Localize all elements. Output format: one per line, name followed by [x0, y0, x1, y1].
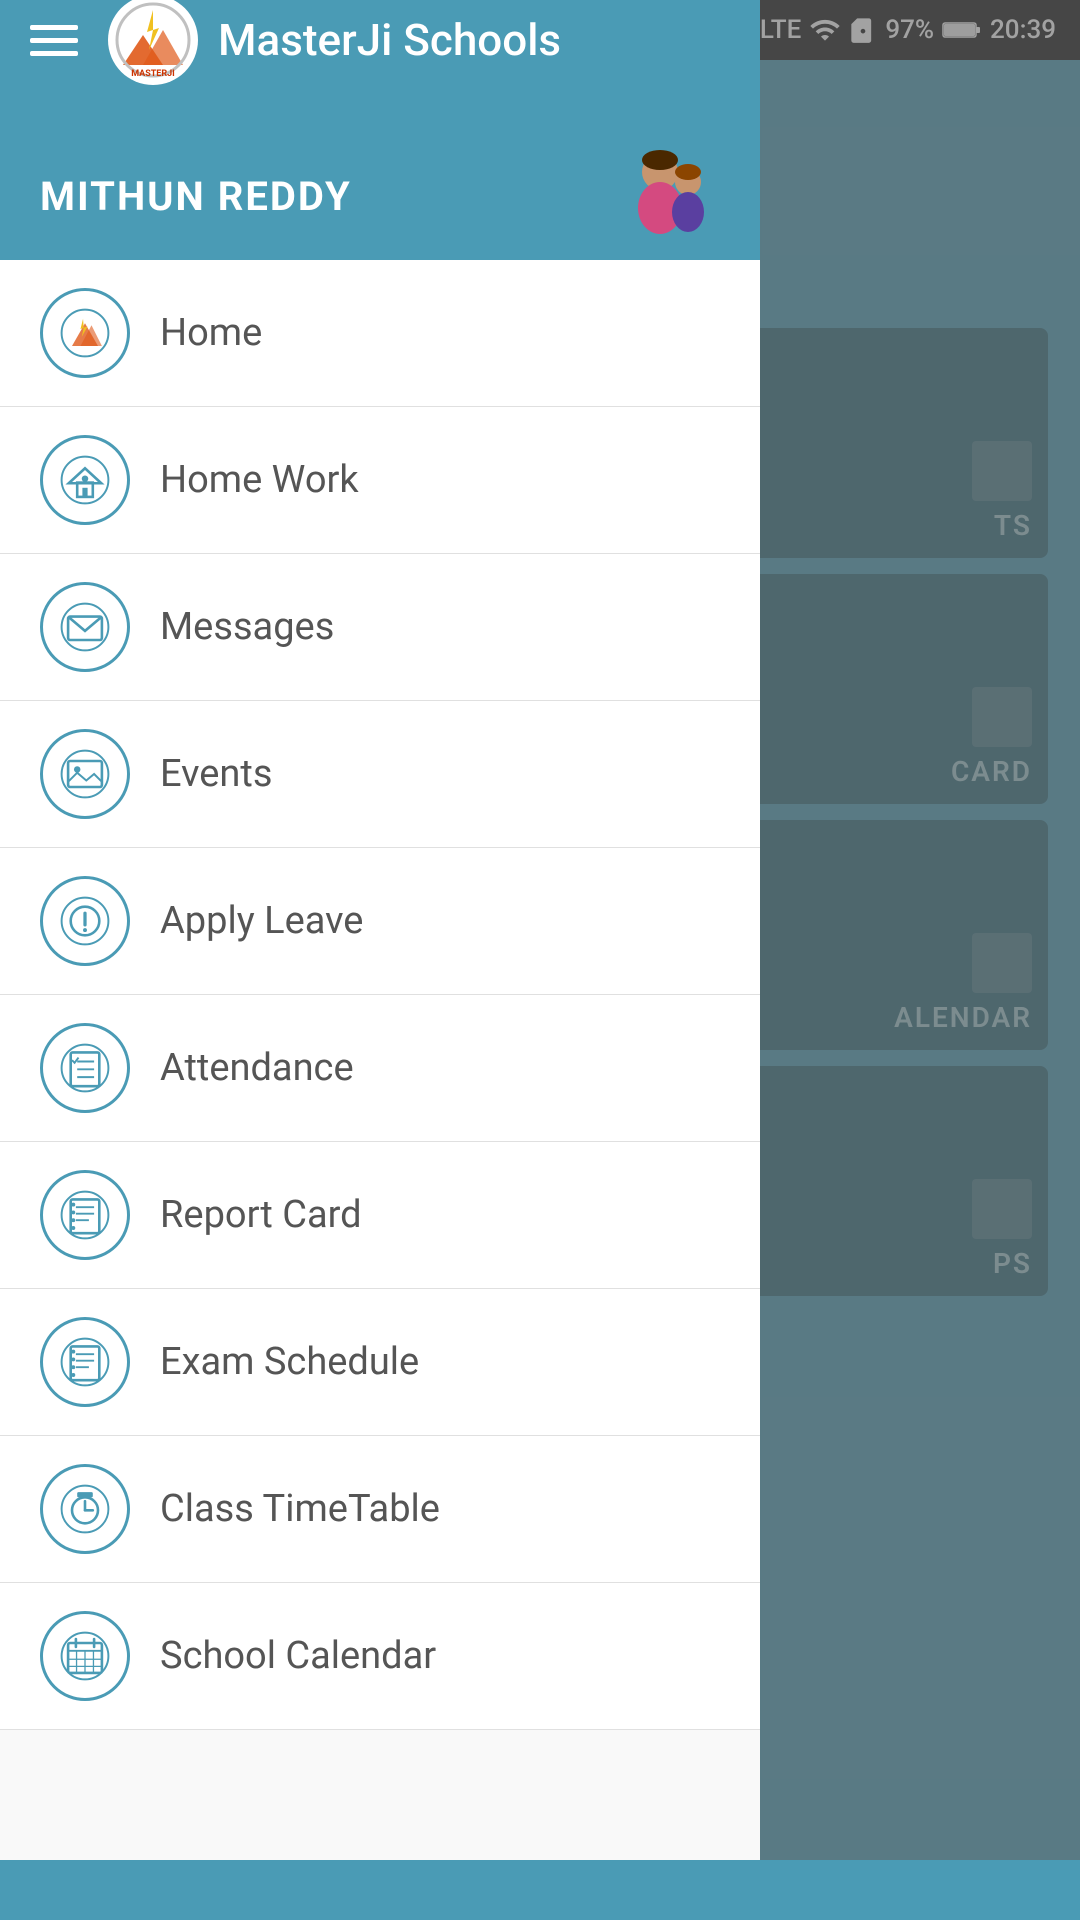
menu-examschedule-label: Exam Schedule [160, 1340, 419, 1384]
events-icon-circle [40, 729, 130, 819]
homework-icon-circle [40, 435, 130, 525]
navigation-drawer: MASTERJI MasterJi Schools [0, 0, 760, 1860]
menu-messages-label: Messages [160, 605, 334, 649]
homework-icon [59, 454, 111, 506]
classtimetable-icon-circle [40, 1464, 130, 1554]
class-timetable-icon [59, 1483, 111, 1535]
menu-item-events[interactable]: Events [0, 701, 760, 848]
menu-item-reportcard[interactable]: Report Card [0, 1142, 760, 1289]
menu-reportcard-label: Report Card [160, 1193, 362, 1237]
app-title: MasterJi Schools [218, 14, 561, 66]
drawer-top-bar: MASTERJI MasterJi Schools [0, 0, 760, 80]
attendance-icon-circle [40, 1023, 130, 1113]
menu-item-classtimetable[interactable]: Class TimeTable [0, 1436, 760, 1583]
events-icon [59, 748, 111, 800]
hamburger-line-3 [30, 51, 78, 56]
menu-attendance-label: Attendance [160, 1046, 354, 1090]
hamburger-line-1 [30, 25, 78, 30]
menu-item-homework[interactable]: Home Work [0, 407, 760, 554]
user-avatar [610, 140, 720, 250]
menu-item-examschedule[interactable]: Exam Schedule [0, 1289, 760, 1436]
home-icon-circle [40, 288, 130, 378]
dim-overlay[interactable] [760, 0, 1080, 1860]
school-calendar-icon [59, 1630, 111, 1682]
menu-home-label: Home [160, 311, 262, 355]
messages-icon-circle [40, 582, 130, 672]
schoolcalendar-icon-circle [40, 1611, 130, 1701]
drawer-menu: Home Home Work [0, 260, 760, 1860]
attendance-icon [59, 1042, 111, 1094]
menu-homework-label: Home Work [160, 458, 359, 502]
app-logo-container: MASTERJI MasterJi Schools [108, 0, 561, 85]
menu-item-messages[interactable]: Messages [0, 554, 760, 701]
svg-text:MASTERJI: MASTERJI [131, 69, 175, 79]
reportcard-icon-circle [40, 1170, 130, 1260]
exam-schedule-icon [59, 1336, 111, 1388]
hamburger-button[interactable] [30, 25, 78, 56]
drawer-header: MASTERJI MasterJi Schools [0, 0, 760, 260]
home-icon [59, 307, 111, 359]
examschedule-icon-circle [40, 1317, 130, 1407]
applyleave-icon-circle [40, 876, 130, 966]
menu-item-attendance[interactable]: Attendance [0, 995, 760, 1142]
menu-item-schoolcalendar[interactable]: School Calendar [0, 1583, 760, 1730]
menu-schoolcalendar-label: School Calendar [160, 1634, 436, 1678]
menu-applyleave-label: Apply Leave [160, 899, 363, 943]
menu-classtimetable-label: Class TimeTable [160, 1487, 440, 1531]
report-card-icon [59, 1189, 111, 1241]
masterji-logo-svg: MASTERJI [113, 0, 193, 80]
apply-leave-icon [59, 895, 111, 947]
messages-icon [59, 601, 111, 653]
menu-item-home[interactable]: Home [0, 260, 760, 407]
menu-events-label: Events [160, 752, 272, 796]
avatar-svg [610, 140, 720, 250]
menu-item-applyleave[interactable]: Apply Leave [0, 848, 760, 995]
hamburger-line-2 [30, 38, 78, 43]
app-logo: MASTERJI [108, 0, 198, 85]
